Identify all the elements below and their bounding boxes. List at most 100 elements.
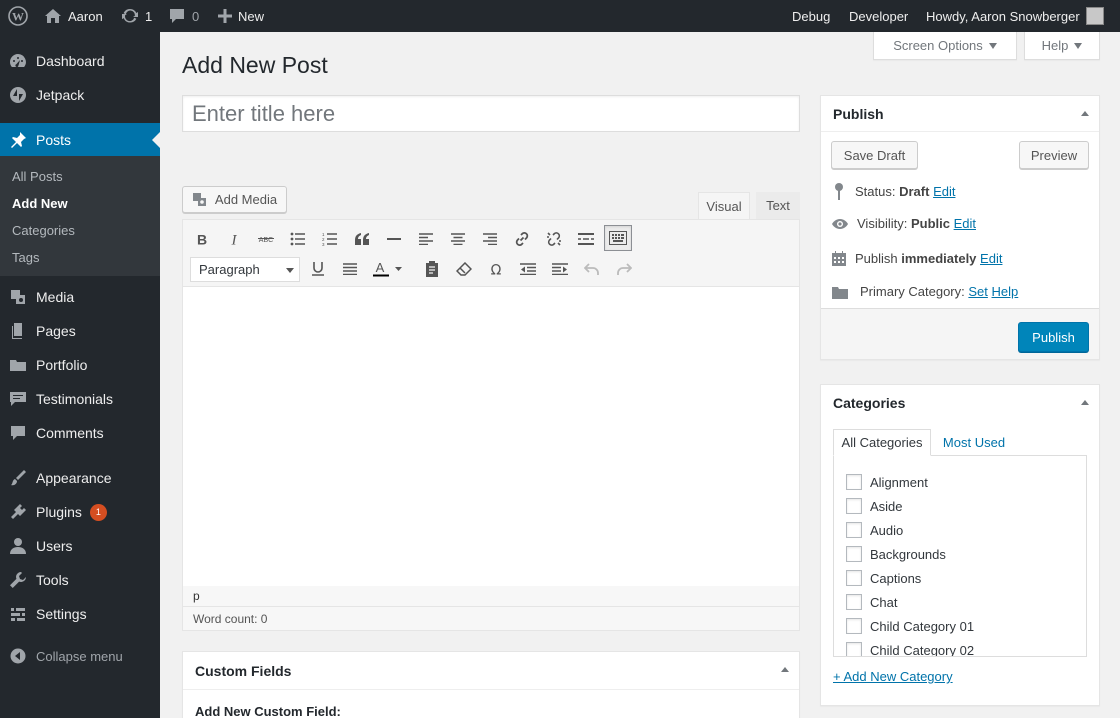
tab-visual[interactable]: Visual bbox=[698, 192, 750, 219]
category-item[interactable]: Captions bbox=[846, 570, 921, 586]
toggle-arrow-icon[interactable] bbox=[1081, 111, 1089, 116]
admin-bar: W Aaron 1 0 New Debug Developer Howdy, A… bbox=[0, 0, 1120, 32]
sidebar-item-pages[interactable]: Pages bbox=[0, 314, 160, 348]
help-button[interactable]: Help bbox=[1024, 32, 1100, 60]
category-label: Chat bbox=[870, 594, 898, 610]
checkbox[interactable] bbox=[846, 594, 862, 610]
clipboard-icon bbox=[426, 261, 438, 277]
screen-options-button[interactable]: Screen Options bbox=[873, 32, 1017, 60]
submenu-all-posts[interactable]: All Posts bbox=[12, 169, 63, 184]
tab-all-categories[interactable]: All Categories bbox=[833, 429, 931, 456]
align-right-button[interactable] bbox=[476, 226, 504, 252]
category-item[interactable]: Child Category 01 bbox=[846, 618, 974, 634]
category-item[interactable]: Backgrounds bbox=[846, 546, 946, 562]
toggle-arrow-icon[interactable] bbox=[1081, 400, 1089, 405]
sidebar-item-testimonials[interactable]: Testimonials bbox=[0, 382, 160, 416]
add-new-category-link[interactable]: + Add New Category bbox=[833, 669, 953, 684]
bullet-list-button[interactable] bbox=[284, 226, 312, 252]
insert-link-button[interactable] bbox=[508, 226, 536, 252]
checkbox[interactable] bbox=[846, 498, 862, 514]
edit-publish-time-link[interactable]: Edit bbox=[980, 251, 1002, 266]
publish-button[interactable]: Publish bbox=[1018, 322, 1089, 352]
align-left-button[interactable] bbox=[412, 226, 440, 252]
checkbox[interactable] bbox=[846, 642, 862, 656]
publish-header[interactable]: Publish bbox=[821, 96, 1099, 132]
set-primary-category-link[interactable]: Set bbox=[968, 284, 988, 299]
category-item[interactable]: Aside bbox=[846, 498, 903, 514]
outdent-button[interactable] bbox=[514, 256, 542, 282]
redo-button[interactable] bbox=[610, 256, 638, 282]
sidebar-item-plugins[interactable]: Plugins 1 bbox=[0, 495, 160, 529]
tab-text[interactable]: Text bbox=[756, 192, 800, 219]
sidebar-item-comments[interactable]: Comments bbox=[0, 416, 160, 450]
paste-as-text-button[interactable] bbox=[418, 256, 446, 282]
strikethrough-button[interactable]: ABC bbox=[252, 226, 280, 252]
remove-link-button[interactable] bbox=[540, 226, 568, 252]
developer-link[interactable]: Developer bbox=[849, 0, 908, 32]
tab-all-categories-label: All Categories bbox=[841, 435, 923, 450]
checkbox[interactable] bbox=[846, 570, 862, 586]
site-name-link[interactable]: Aaron bbox=[44, 0, 103, 32]
wordpress-logo[interactable]: W bbox=[8, 0, 28, 32]
format-select[interactable]: Paragraph bbox=[190, 257, 300, 282]
italic-button[interactable]: I bbox=[220, 226, 248, 252]
checkbox[interactable] bbox=[846, 474, 862, 490]
submenu-tags[interactable]: Tags bbox=[12, 250, 39, 265]
sidebar-item-posts[interactable]: Posts bbox=[0, 123, 160, 157]
checkbox[interactable] bbox=[846, 522, 862, 538]
sidebar-item-settings[interactable]: Settings bbox=[0, 597, 160, 631]
add-media-button[interactable]: Add Media bbox=[182, 186, 287, 213]
updates-link[interactable]: 1 bbox=[121, 0, 152, 32]
undo-button[interactable] bbox=[578, 256, 606, 282]
category-item[interactable]: Audio bbox=[846, 522, 903, 538]
checkbox[interactable] bbox=[846, 618, 862, 634]
bold-button[interactable]: B bbox=[188, 226, 216, 252]
category-item[interactable]: Alignment bbox=[846, 474, 928, 490]
toolbar-toggle-button[interactable] bbox=[604, 225, 632, 251]
save-draft-button[interactable]: Save Draft bbox=[831, 141, 918, 169]
sidebar-label: Posts bbox=[36, 132, 72, 148]
sidebar-item-appearance[interactable]: Appearance bbox=[0, 461, 160, 495]
underline-button[interactable] bbox=[304, 256, 332, 282]
comments-link[interactable]: 0 bbox=[168, 0, 199, 32]
editor-path[interactable]: p bbox=[193, 589, 200, 603]
account-menu[interactable]: Howdy, Aaron Snowberger bbox=[926, 0, 1104, 32]
custom-fields-header[interactable]: Custom Fields bbox=[183, 652, 799, 690]
indent-button[interactable] bbox=[546, 256, 574, 282]
primary-category-help-link[interactable]: Help bbox=[992, 284, 1019, 299]
numbered-list-button[interactable]: 123 bbox=[316, 226, 344, 252]
tab-most-used[interactable]: Most Used bbox=[935, 429, 1013, 456]
sidebar-item-media[interactable]: Media bbox=[0, 280, 160, 314]
category-item[interactable]: Child Category 02 bbox=[846, 642, 974, 656]
preview-button[interactable]: Preview bbox=[1019, 141, 1089, 169]
edit-visibility-link[interactable]: Edit bbox=[954, 216, 976, 231]
justify-button[interactable] bbox=[336, 256, 364, 282]
checkbox[interactable] bbox=[846, 546, 862, 562]
sidebar-item-tools[interactable]: Tools bbox=[0, 563, 160, 597]
editor-content-area[interactable] bbox=[183, 287, 799, 586]
edit-status-link[interactable]: Edit bbox=[933, 184, 955, 199]
visibility-row: Visibility: Public Edit bbox=[831, 216, 976, 231]
text-color-button[interactable]: A bbox=[368, 256, 408, 282]
post-title-input[interactable]: Enter title here bbox=[182, 95, 800, 132]
horizontal-line-button[interactable] bbox=[380, 226, 408, 252]
sidebar-item-users[interactable]: Users bbox=[0, 529, 160, 563]
category-item[interactable]: Chat bbox=[846, 594, 897, 610]
collapse-menu-button[interactable]: Collapse menu bbox=[0, 639, 160, 673]
sidebar-item-jetpack[interactable]: Jetpack bbox=[0, 78, 160, 112]
new-content-link[interactable]: New bbox=[218, 0, 264, 32]
categories-header[interactable]: Categories bbox=[821, 385, 1099, 421]
blockquote-button[interactable] bbox=[348, 226, 376, 252]
read-more-button[interactable] bbox=[572, 226, 600, 252]
toggle-arrow-icon[interactable] bbox=[781, 667, 789, 672]
align-center-button[interactable] bbox=[444, 226, 472, 252]
clear-formatting-button[interactable] bbox=[450, 256, 478, 282]
sidebar-item-portfolio[interactable]: Portfolio bbox=[0, 348, 160, 382]
submenu-add-new[interactable]: Add New bbox=[12, 196, 68, 211]
sidebar-item-dashboard[interactable]: Dashboard bbox=[0, 44, 160, 78]
publish-time-row: Publish immediately Edit bbox=[831, 250, 1002, 266]
tab-visual-label: Visual bbox=[706, 198, 742, 214]
submenu-categories[interactable]: Categories bbox=[12, 223, 75, 238]
special-character-button[interactable]: Ω bbox=[482, 256, 510, 282]
debug-link[interactable]: Debug bbox=[792, 0, 830, 32]
